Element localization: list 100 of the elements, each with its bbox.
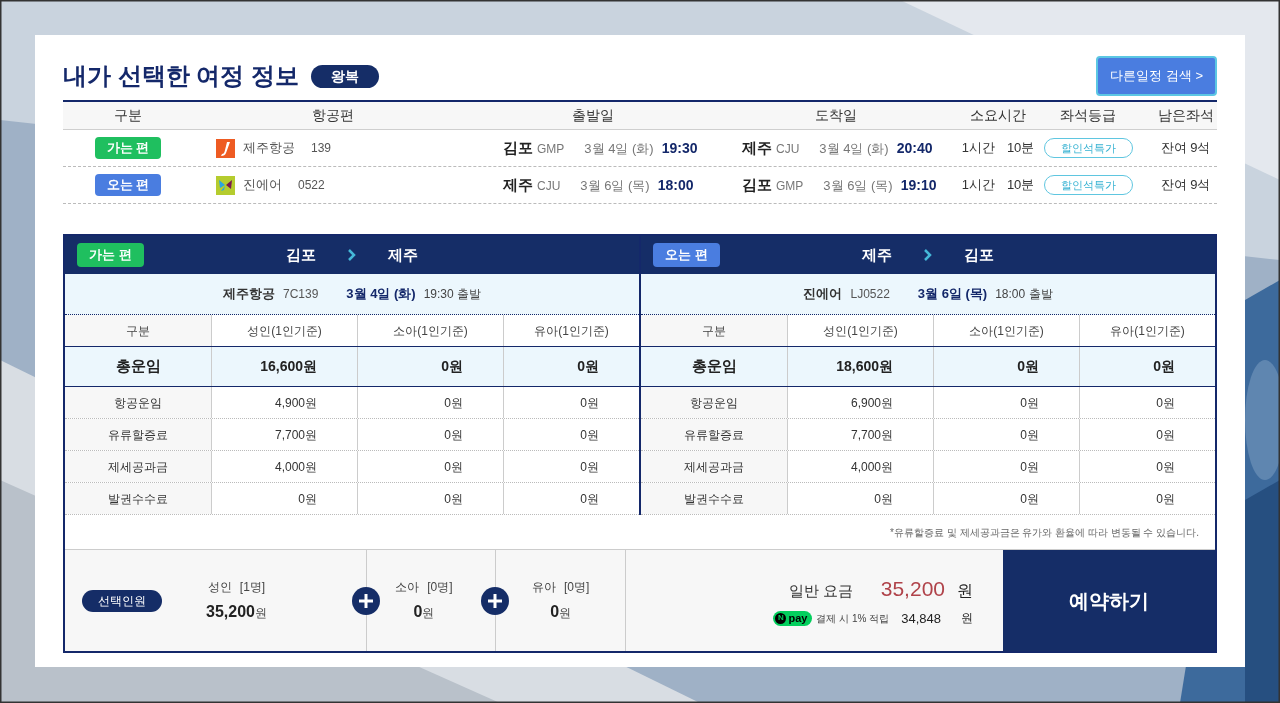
city-name: 제주 — [503, 174, 533, 195]
airline-name: 제주항공 — [243, 139, 295, 158]
column-header: 구분 — [65, 315, 211, 346]
city-name: 김포 — [503, 137, 533, 158]
duration-text: 10분 — [1006, 176, 1035, 195]
city-name: 제주 — [742, 137, 772, 158]
date-text: 3월 6일 (목) — [917, 285, 988, 304]
trip-type-badge: 왕복 — [311, 64, 379, 88]
column-header: 소요시간 — [969, 106, 1027, 125]
currency-unit: 원 — [961, 610, 973, 628]
duration-text: 1시간 — [961, 176, 995, 195]
fare-amount: 7,700원 — [211, 419, 357, 450]
plus-icon — [481, 586, 510, 615]
npay-text: 결제 시 1% 적립 — [816, 611, 890, 626]
fare-amount: 0원 — [503, 419, 639, 450]
reserve-button[interactable]: 예약하기 — [1003, 550, 1215, 651]
duration-text: 1시간 — [961, 139, 995, 158]
flight-number: LJ0522 — [850, 286, 890, 303]
column-header: 항공편 — [311, 106, 355, 125]
leg-badge: 가는 편 — [94, 137, 162, 159]
fare-amount: 4,900원 — [211, 387, 357, 418]
fare-amount: 0원 — [1079, 419, 1215, 450]
destination-city: 김포 — [964, 244, 994, 265]
fare-amount: 0원 — [1079, 483, 1215, 514]
date-text: 3월 4일 (화) — [346, 285, 416, 304]
date-text: 3월 6일 (목) — [580, 176, 650, 195]
fare-label: 제세공과금 — [641, 451, 787, 482]
fare-amount: 7,700원 — [787, 419, 933, 450]
fare-amount: 0원 — [933, 451, 1079, 482]
column-header: 도착일 — [813, 106, 858, 125]
airport-code: CJU — [776, 140, 800, 158]
page-title: 내가 선택한 여정 정보 — [63, 61, 299, 91]
flight-number: 0522 — [298, 177, 325, 194]
currency-unit: 원 — [422, 604, 435, 622]
leg-badge: 오는 편 — [653, 243, 720, 267]
passenger-count: [0명] — [563, 578, 590, 596]
leg-badge: 오는 편 — [94, 174, 162, 196]
chevron-right-icon — [924, 249, 932, 261]
fare-amount: 0원 — [503, 347, 639, 386]
column-header: 구분 — [641, 315, 787, 346]
fare-amount: 0원 — [933, 419, 1079, 450]
fare-label: 유류할증료 — [641, 419, 787, 450]
chevron-right-icon — [348, 249, 356, 261]
airline-logo-icon — [216, 138, 235, 158]
fare-note: *유류할증료 및 제세공과금은 유가와 환율에 따라 변동될 수 있습니다. — [890, 525, 1199, 540]
search-other-button[interactable]: 다른일정 검색 > — [1096, 56, 1217, 96]
fare-amount: 4,000원 — [787, 451, 933, 482]
passenger-count: [0명] — [427, 578, 453, 596]
passenger-amount: 0 — [550, 601, 560, 622]
origin-city: 제주 — [862, 244, 892, 265]
butterfly-icon — [216, 175, 235, 195]
fare-label: 발권수수료 — [641, 483, 787, 514]
fare-amount: 0원 — [357, 451, 503, 482]
passenger-type: 소아 — [395, 578, 420, 596]
column-header: 소아(1인기준) — [357, 315, 503, 346]
airport-code: GMP — [537, 140, 565, 158]
fare-label: 유류할증료 — [65, 419, 211, 450]
total-amount: 35,200 — [880, 576, 945, 602]
fare-amount: 6,900원 — [787, 387, 933, 418]
fare-amount: 0원 — [357, 387, 503, 418]
currency-unit: 원 — [254, 604, 267, 622]
total-label: 일반 요금 — [788, 581, 853, 601]
column-header: 출발일 — [571, 106, 615, 125]
airline-name: 제주항공 — [222, 285, 275, 304]
passenger-amount: 0 — [413, 601, 423, 622]
time-text: 18:00 — [657, 175, 694, 195]
npay-logo: N pay — [773, 610, 813, 626]
fare-amount: 0원 — [933, 483, 1079, 514]
column-header: 유아(1인기준) — [1079, 315, 1215, 346]
column-header: 성인(1인기준) — [211, 315, 357, 346]
fare-amount: 0원 — [503, 483, 639, 514]
fare-amount: 0원 — [1079, 347, 1215, 386]
fare-amount: 0원 — [357, 347, 503, 386]
column-header: 성인(1인기준) — [787, 315, 933, 346]
passenger-type: 성인 — [207, 578, 232, 596]
fare-amount: 0원 — [1079, 387, 1215, 418]
fare-amount: 0원 — [933, 387, 1079, 418]
fare-amount: 18,600원 — [787, 347, 933, 386]
departure-time: 19:30 출발 — [423, 286, 482, 303]
passenger-type: 유아 — [531, 578, 556, 596]
fare-amount: 0원 — [1079, 451, 1215, 482]
time-text: 19:30 — [661, 138, 698, 158]
npay-amount: 34,848 — [901, 609, 941, 628]
fare-amount: 4,000원 — [211, 451, 357, 482]
fare-amount: 0원 — [933, 347, 1079, 386]
airport-code: GMP — [776, 177, 804, 195]
airline-name: 진에어 — [243, 176, 282, 195]
fare-amount: 0원 — [503, 387, 639, 418]
city-name: 김포 — [742, 174, 772, 195]
passenger-label: 선택인원 — [82, 589, 162, 612]
plus-icon — [351, 586, 380, 615]
destination-city: 제주 — [388, 244, 418, 265]
time-text: 19:10 — [900, 175, 937, 195]
column-header: 소아(1인기준) — [933, 315, 1079, 346]
fare-label: 항공운임 — [65, 387, 211, 418]
date-text: 3월 6일 (목) — [823, 176, 893, 195]
fare-label: 발권수수료 — [65, 483, 211, 514]
column-header: 남은좌석 — [1156, 106, 1215, 125]
passenger-amount: 35,200 — [206, 601, 255, 622]
seats-left: 잔여 9석 — [1159, 176, 1212, 195]
